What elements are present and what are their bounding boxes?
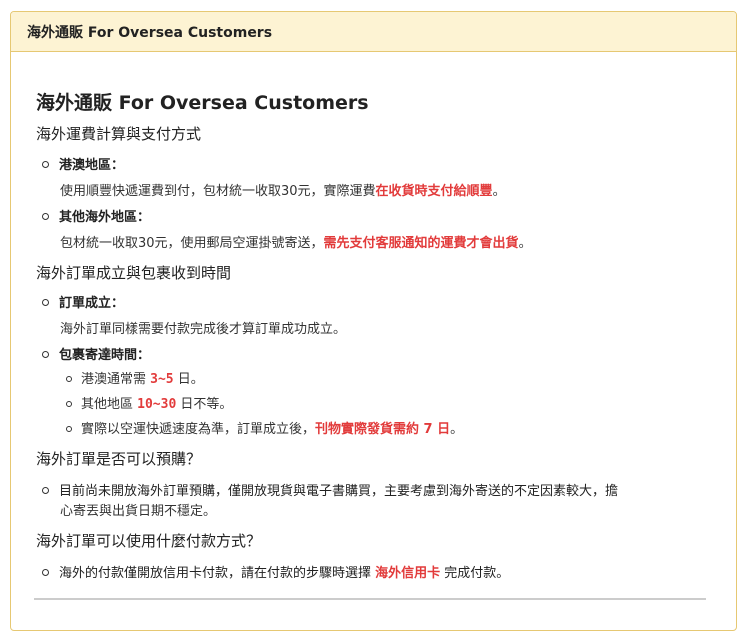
delivery-sub-text: 其他地區: [81, 397, 138, 412]
delivery-time-item: 包裹寄達時間：: [42, 344, 150, 363]
page-title: 海外通販 For Oversea Customers: [36, 92, 369, 114]
delivery-sub-item: 其他地區 10~30 日不等。: [66, 393, 232, 412]
delivery-sub-highlight: 3~5: [150, 372, 174, 387]
other-region-desc-highlight: 需先支付客服通知的運費才會出貨: [323, 236, 519, 251]
circle-bullet-icon: [42, 569, 49, 576]
order-established-label: 訂單成立：: [59, 296, 125, 311]
delivery-sub-text: 港澳通常需: [81, 372, 151, 387]
preorder-item: 目前尚未開放海外訂單預購，僅開放現貨與電子書購買，主要考慮到海外寄送的不定因素較…: [42, 480, 618, 499]
delivery-sub-suffix: 。: [450, 422, 464, 437]
hk-macau-desc-highlight: 在收貨時支付給順豐: [375, 184, 493, 199]
circle-bullet-icon: [42, 299, 49, 306]
panel-header: 海外通販 For Oversea Customers: [11, 12, 736, 52]
hk-macau-item: 港澳地區：: [42, 154, 124, 173]
divider: [34, 598, 706, 600]
delivery-sub-suffix: 日不等。: [176, 397, 233, 412]
order-established-item: 訂單成立：: [42, 292, 124, 311]
preorder-heading: 海外訂單是否可以預購？: [36, 450, 202, 468]
circle-bullet-icon: [42, 213, 49, 220]
circle-bullet-icon: [42, 487, 49, 494]
hk-macau-label: 港澳地區：: [59, 158, 125, 173]
payment-heading: 海外訂單可以使用什麼付款方式？: [36, 532, 262, 550]
other-region-desc: 包材統一收取30元，使用郵局空運掛號寄送，需先支付客服通知的運費才會出貨。: [60, 232, 532, 251]
shipping-heading: 海外運費計算與支付方式: [36, 125, 202, 143]
delivery-sub-suffix: 日。: [173, 372, 204, 387]
hk-macau-desc: 使用順豐快遞運費到付，包材統一收取30元，實際運費在收貨時支付給順豐。: [60, 180, 506, 199]
delivery-sub-item: 實際以空運快遞速度為準，訂單成立後，刊物實際發貨需約 7 日。: [66, 418, 463, 437]
delivery-sub-text: 實際以空運快遞速度為準，訂單成立後，: [81, 422, 316, 437]
order-established-desc: 海外訂單同樣需要付款完成後才算訂單成功成立。: [60, 322, 347, 337]
panel-header-title: 海外通販 For Oversea Customers: [27, 24, 273, 41]
payment-item: 海外的付款僅開放信用卡付款，請在付款的步驟時選擇 海外信用卡 完成付款。: [42, 562, 509, 581]
circle-bullet-icon: [66, 400, 72, 407]
preorder-text-line2: 心寄丟與出貨日期不穩定。: [60, 504, 217, 519]
circle-bullet-icon: [42, 161, 49, 168]
payment-text: 海外的付款僅開放信用卡付款，請在付款的步驟時選擇: [59, 566, 376, 581]
other-region-label: 其他海外地區：: [59, 210, 151, 225]
delivery-sub-highlight: 10~30: [137, 397, 177, 412]
payment-highlight: 海外信用卡: [375, 566, 441, 581]
other-region-desc-suffix: 。: [518, 236, 532, 251]
circle-bullet-icon: [66, 425, 72, 432]
hk-macau-desc-text: 使用順豐快遞運費到付，包材統一收取30元，實際運費: [60, 184, 376, 199]
delivery-sub-highlight: 刊物實際發貨需約 7 日: [315, 422, 451, 437]
hk-macau-desc-suffix: 。: [492, 184, 506, 199]
payment-suffix: 完成付款。: [440, 566, 510, 581]
preorder-text-line1: 目前尚未開放海外訂單預購，僅開放現貨與電子書購買，主要考慮到海外寄送的不定因素較…: [59, 484, 619, 499]
circle-bullet-icon: [42, 351, 49, 358]
circle-bullet-icon: [66, 375, 72, 382]
order-time-heading: 海外訂單成立與包裹收到時間: [36, 264, 232, 282]
delivery-time-label: 包裹寄達時間：: [59, 348, 151, 363]
delivery-sub-item: 港澳通常需 3~5 日。: [66, 368, 204, 387]
other-region-desc-text: 包材統一收取30元，使用郵局空運掛號寄送，: [60, 236, 324, 251]
other-region-item: 其他海外地區：: [42, 206, 150, 225]
